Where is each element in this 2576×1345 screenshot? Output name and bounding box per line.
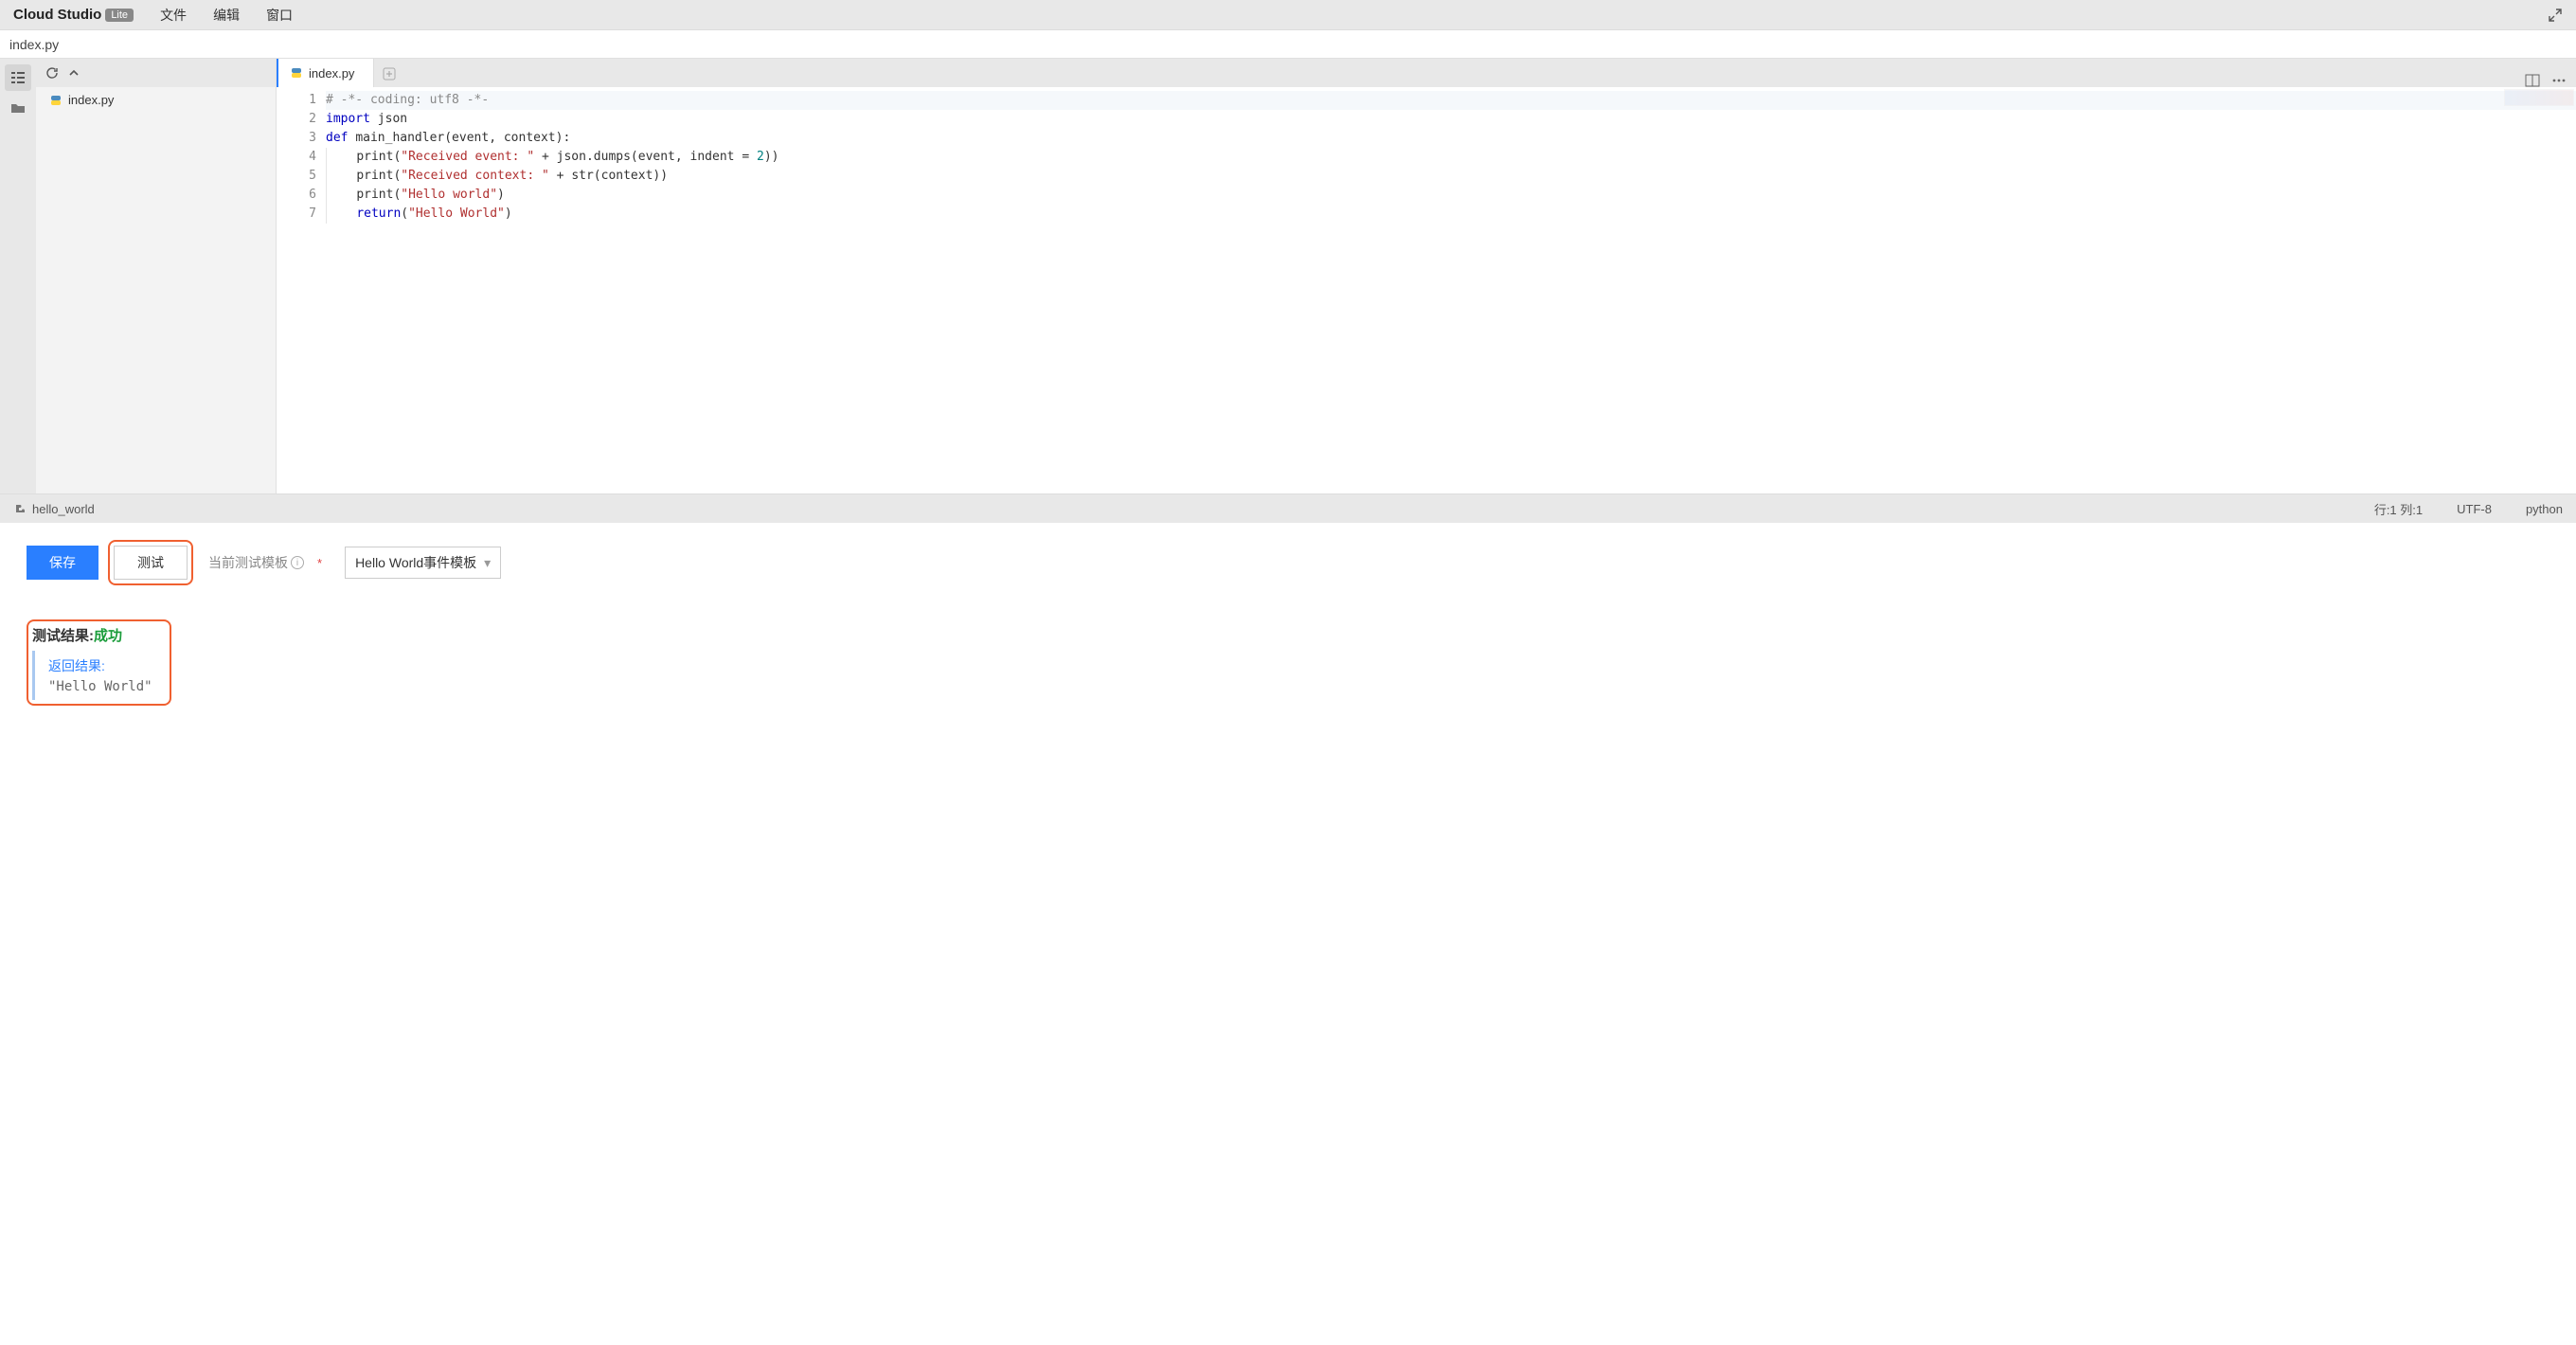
- result-status: 成功: [94, 628, 122, 644]
- info-icon[interactable]: i: [291, 556, 304, 569]
- python-icon: [49, 94, 63, 107]
- menu-file[interactable]: 文件: [160, 6, 187, 25]
- minimap[interactable]: [2504, 89, 2574, 106]
- tab-bar: index.py: [277, 59, 2576, 87]
- template-select-value: Hello World事件模板: [355, 553, 476, 572]
- tab-label: index.py: [309, 66, 354, 81]
- bottom-section: 保存 测试 当前测试模板 i * Hello World事件模板 ▾ 测试结果:…: [0, 523, 2576, 723]
- status-position[interactable]: 行:1 列:1: [2374, 500, 2423, 518]
- status-language[interactable]: python: [2526, 502, 2563, 516]
- editor-area: index.py 1234567 # -*- coding: utf8 -*-i…: [277, 59, 2576, 493]
- test-button[interactable]: 测试: [114, 546, 188, 580]
- new-tab-icon[interactable]: [376, 61, 402, 87]
- split-editor-icon[interactable]: [2525, 74, 2540, 87]
- status-bar: hello_world 行:1 列:1 UTF-8 python: [0, 494, 2576, 523]
- collapse-icon[interactable]: [68, 67, 80, 79]
- result-return-label: 返回结果:: [48, 656, 152, 675]
- file-item-label: index.py: [68, 93, 114, 107]
- more-icon[interactable]: [2551, 74, 2567, 87]
- file-item[interactable]: index.py: [36, 89, 276, 111]
- menu-window[interactable]: 窗口: [266, 6, 293, 25]
- template-label: 当前测试模板 i: [208, 553, 304, 572]
- button-row: 保存 测试 当前测试模板 i * Hello World事件模板 ▾: [27, 540, 2549, 585]
- left-rail: [0, 59, 36, 493]
- rail-folder-icon[interactable]: [5, 95, 31, 121]
- breadcrumb: index.py: [9, 37, 59, 52]
- file-list: index.py: [36, 87, 276, 493]
- puzzle-icon: [13, 502, 27, 515]
- tab[interactable]: index.py: [278, 59, 374, 87]
- test-button-highlight: 测试: [108, 540, 193, 585]
- save-button[interactable]: 保存: [27, 546, 98, 580]
- result-highlight: 测试结果:成功 返回结果: "Hello World": [27, 619, 171, 706]
- result-title: 测试结果:成功: [32, 625, 166, 645]
- status-encoding[interactable]: UTF-8: [2457, 502, 2492, 516]
- expand-icon[interactable]: [2548, 8, 2563, 23]
- code-editor[interactable]: 1234567 # -*- coding: utf8 -*-import jso…: [277, 87, 2576, 493]
- menu-edit[interactable]: 编辑: [213, 6, 240, 25]
- file-panel-toolbar: [36, 59, 276, 87]
- ide-body: index.py index.py 123456: [0, 59, 2576, 494]
- result-return-value: "Hello World": [48, 679, 152, 694]
- status-project[interactable]: hello_world: [32, 502, 95, 516]
- refresh-icon[interactable]: [45, 66, 59, 80]
- top-toolbar: Cloud Studio Lite 文件 编辑 窗口: [0, 0, 2576, 30]
- chevron-down-icon: ▾: [484, 555, 491, 571]
- result-body: 返回结果: "Hello World": [32, 651, 166, 700]
- rail-explorer-icon[interactable]: [5, 64, 31, 91]
- required-asterisk: *: [317, 556, 322, 570]
- lite-badge: Lite: [105, 9, 134, 22]
- file-panel: index.py: [36, 59, 277, 493]
- python-icon: [290, 66, 303, 80]
- template-select[interactable]: Hello World事件模板 ▾: [345, 547, 501, 579]
- brand: Cloud Studio: [13, 7, 101, 23]
- result-block: 测试结果:成功 返回结果: "Hello World": [32, 625, 166, 700]
- breadcrumb-bar: index.py: [0, 30, 2576, 59]
